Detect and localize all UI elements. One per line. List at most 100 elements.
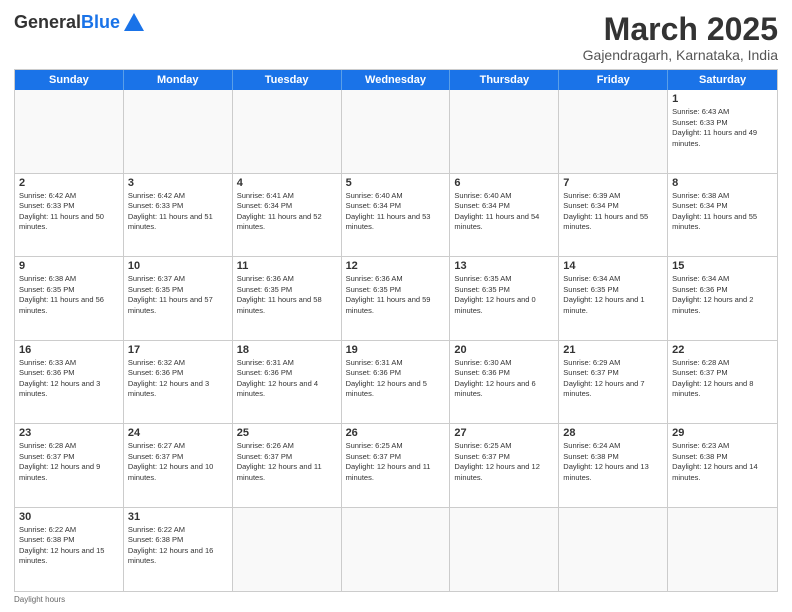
cell-day-number: 22 (672, 344, 773, 356)
cell-day-number: 24 (128, 427, 228, 439)
cell-info: Sunrise: 6:31 AM Sunset: 6:36 PM Dayligh… (237, 358, 337, 400)
calendar-row: 2 Sunrise: 6:42 AM Sunset: 6:33 PM Daylig… (15, 174, 777, 257)
calendar-row: 30Sunrise: 6:22 AM Sunset: 6:38 PM Dayli… (15, 508, 777, 591)
day-header-monday: Monday (124, 70, 233, 90)
calendar-row: 1 Sunrise: 6:43 AM Sunset: 6:33 PM Daylig… (15, 90, 777, 173)
cell-info: Sunrise: 6:43 AM Sunset: 6:33 PM Dayligh… (672, 107, 773, 149)
cell-info: Sunrise: 6:28 AM Sunset: 6:37 PM Dayligh… (672, 358, 773, 400)
calendar-cell (559, 90, 668, 172)
calendar-cell: 24 Sunrise: 6:27 AM Sunset: 6:37 PM Dayli… (124, 424, 233, 506)
cell-info: Sunrise: 6:27 AM Sunset: 6:37 PM Dayligh… (128, 441, 228, 483)
cell-day-number: 14 (563, 260, 663, 272)
cell-day-number: 20 (454, 344, 554, 356)
cell-day-number: 29 (672, 427, 773, 439)
calendar-cell: 1 Sunrise: 6:43 AM Sunset: 6:33 PM Daylig… (668, 90, 777, 172)
day-header-sunday: Sunday (15, 70, 124, 90)
logo-triangle-icon (124, 13, 144, 31)
cell-info: Sunrise: 6:37 AM Sunset: 6:35 PM Dayligh… (128, 274, 228, 316)
cell-info: Sunrise: 6:38 AM Sunset: 6:34 PM Dayligh… (672, 191, 773, 233)
cell-info: Sunrise: 6:36 AM Sunset: 6:35 PM Dayligh… (237, 274, 337, 316)
logo-text: General Blue (14, 12, 144, 33)
calendar-cell: 26Sunrise: 6:25 AM Sunset: 6:37 PM Dayli… (342, 424, 451, 506)
cell-info: Sunrise: 6:30 AM Sunset: 6:36 PM Dayligh… (454, 358, 554, 400)
logo-blue-text: Blue (81, 12, 120, 33)
page: General Blue March 2025 Gajendragarh, Ka… (0, 0, 792, 612)
calendar-cell: 2Sunrise: 6:42 AM Sunset: 6:33 PM Daylig… (15, 174, 124, 256)
footer-note: Daylight hours (14, 595, 778, 604)
cell-day-number: 12 (346, 260, 446, 272)
calendar-cell (342, 90, 451, 172)
calendar-cell (559, 508, 668, 591)
calendar-cell: 5Sunrise: 6:40 AM Sunset: 6:34 PM Daylig… (342, 174, 451, 256)
cell-day-number: 6 (454, 177, 554, 189)
subtitle: Gajendragarh, Karnataka, India (583, 47, 778, 63)
cell-info: Sunrise: 6:31 AM Sunset: 6:36 PM Dayligh… (346, 358, 446, 400)
calendar-cell: 19Sunrise: 6:31 AM Sunset: 6:36 PM Dayli… (342, 341, 451, 423)
cell-info: Sunrise: 6:24 AM Sunset: 6:38 PM Dayligh… (563, 441, 663, 483)
logo-general-text: General (14, 12, 81, 33)
calendar-cell (233, 508, 342, 591)
calendar-cell: 22 Sunrise: 6:28 AM Sunset: 6:37 PM Dayli… (668, 341, 777, 423)
calendar-cell: 7Sunrise: 6:39 AM Sunset: 6:34 PM Daylig… (559, 174, 668, 256)
logo: General Blue (14, 12, 144, 33)
calendar-cell: 10 Sunrise: 6:37 AM Sunset: 6:35 PM Dayli… (124, 257, 233, 339)
cell-info: Sunrise: 6:22 AM Sunset: 6:38 PM Dayligh… (19, 525, 119, 567)
cell-day-number: 5 (346, 177, 446, 189)
calendar-cell (450, 90, 559, 172)
cell-day-number: 4 (237, 177, 337, 189)
cell-info: Sunrise: 6:34 AM Sunset: 6:35 PM Dayligh… (563, 274, 663, 316)
calendar-cell (342, 508, 451, 591)
calendar-cell (450, 508, 559, 591)
cell-day-number: 17 (128, 344, 228, 356)
calendar-cell: 25 Sunrise: 6:26 AM Sunset: 6:37 PM Dayli… (233, 424, 342, 506)
cell-info: Sunrise: 6:42 AM Sunset: 6:33 PM Dayligh… (128, 191, 228, 233)
calendar-cell: 8Sunrise: 6:38 AM Sunset: 6:34 PM Daylig… (668, 174, 777, 256)
cell-info: Sunrise: 6:35 AM Sunset: 6:35 PM Dayligh… (454, 274, 554, 316)
cell-info: Sunrise: 6:26 AM Sunset: 6:37 PM Dayligh… (237, 441, 337, 483)
calendar-cell: 17Sunrise: 6:32 AM Sunset: 6:36 PM Dayli… (124, 341, 233, 423)
header: General Blue March 2025 Gajendragarh, Ka… (14, 12, 778, 63)
calendar-cell: 15 Sunrise: 6:34 AM Sunset: 6:36 PM Dayli… (668, 257, 777, 339)
calendar-row: 9Sunrise: 6:38 AM Sunset: 6:35 PM Daylig… (15, 257, 777, 340)
cell-day-number: 9 (19, 260, 119, 272)
calendar-cell: 20 Sunrise: 6:30 AM Sunset: 6:36 PM Dayli… (450, 341, 559, 423)
day-header-wednesday: Wednesday (342, 70, 451, 90)
calendar-cell: 13Sunrise: 6:35 AM Sunset: 6:35 PM Dayli… (450, 257, 559, 339)
calendar-cell: 29 Sunrise: 6:23 AM Sunset: 6:38 PM Dayli… (668, 424, 777, 506)
day-header-saturday: Saturday (668, 70, 777, 90)
cell-day-number: 2 (19, 177, 119, 189)
calendar-cell: 18Sunrise: 6:31 AM Sunset: 6:36 PM Dayli… (233, 341, 342, 423)
calendar-cell (124, 90, 233, 172)
cell-day-number: 1 (672, 93, 773, 105)
calendar-cell: 16Sunrise: 6:33 AM Sunset: 6:36 PM Dayli… (15, 341, 124, 423)
title-section: March 2025 Gajendragarh, Karnataka, Indi… (583, 12, 778, 63)
cell-info: Sunrise: 6:23 AM Sunset: 6:38 PM Dayligh… (672, 441, 773, 483)
cell-info: Sunrise: 6:39 AM Sunset: 6:34 PM Dayligh… (563, 191, 663, 233)
calendar-cell: 12Sunrise: 6:36 AM Sunset: 6:35 PM Dayli… (342, 257, 451, 339)
calendar-cell (15, 90, 124, 172)
cell-day-number: 11 (237, 260, 337, 272)
cell-day-number: 15 (672, 260, 773, 272)
cell-day-number: 25 (237, 427, 337, 439)
cell-info: Sunrise: 6:34 AM Sunset: 6:36 PM Dayligh… (672, 274, 773, 316)
calendar-cell (668, 508, 777, 591)
calendar-cell: 30Sunrise: 6:22 AM Sunset: 6:38 PM Dayli… (15, 508, 124, 591)
cell-day-number: 21 (563, 344, 663, 356)
calendar-cell: 6Sunrise: 6:40 AM Sunset: 6:34 PM Daylig… (450, 174, 559, 256)
cell-info: Sunrise: 6:25 AM Sunset: 6:37 PM Dayligh… (454, 441, 554, 483)
calendar-cell: 23Sunrise: 6:28 AM Sunset: 6:37 PM Dayli… (15, 424, 124, 506)
calendar-cell: 9Sunrise: 6:38 AM Sunset: 6:35 PM Daylig… (15, 257, 124, 339)
calendar: SundayMondayTuesdayWednesdayThursdayFrid… (14, 69, 778, 592)
cell-day-number: 10 (128, 260, 228, 272)
calendar-cell: 28 Sunrise: 6:24 AM Sunset: 6:38 PM Dayli… (559, 424, 668, 506)
cell-info: Sunrise: 6:29 AM Sunset: 6:37 PM Dayligh… (563, 358, 663, 400)
cell-day-number: 28 (563, 427, 663, 439)
calendar-row: 16Sunrise: 6:33 AM Sunset: 6:36 PM Dayli… (15, 341, 777, 424)
cell-day-number: 26 (346, 427, 446, 439)
cell-day-number: 23 (19, 427, 119, 439)
daylight-label: Daylight hours (14, 595, 65, 604)
day-header-tuesday: Tuesday (233, 70, 342, 90)
cell-info: Sunrise: 6:22 AM Sunset: 6:38 PM Dayligh… (128, 525, 228, 567)
calendar-cell (233, 90, 342, 172)
calendar-cell: 21 Sunrise: 6:29 AM Sunset: 6:37 PM Dayli… (559, 341, 668, 423)
